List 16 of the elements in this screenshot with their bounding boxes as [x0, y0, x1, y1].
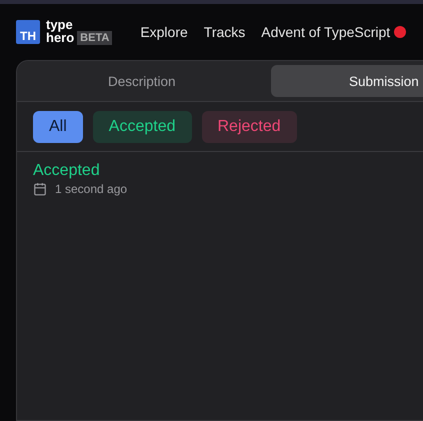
tab[interactable]: Description — [21, 65, 267, 97]
submission-status[interactable]: Accepted — [33, 162, 423, 180]
logo-mark: TH — [16, 20, 40, 44]
calendar-icon — [33, 182, 47, 196]
filter-button[interactable]: All — [33, 111, 83, 143]
logo-text: type — [46, 19, 74, 31]
submission-time: 1 second ago — [55, 182, 128, 196]
nav-link[interactable]: Advent of TypeScript — [261, 24, 390, 40]
filter-button[interactable]: Rejected — [202, 111, 297, 143]
tab[interactable]: Submission — [271, 65, 423, 97]
logo-text: hero — [46, 32, 74, 44]
nav-link[interactable]: Tracks — [204, 24, 246, 40]
notification-dot — [394, 26, 406, 38]
nav-link[interactable]: Explore — [140, 24, 188, 40]
filter-button[interactable]: Accepted — [92, 111, 192, 143]
beta-badge: BETA — [77, 31, 112, 45]
